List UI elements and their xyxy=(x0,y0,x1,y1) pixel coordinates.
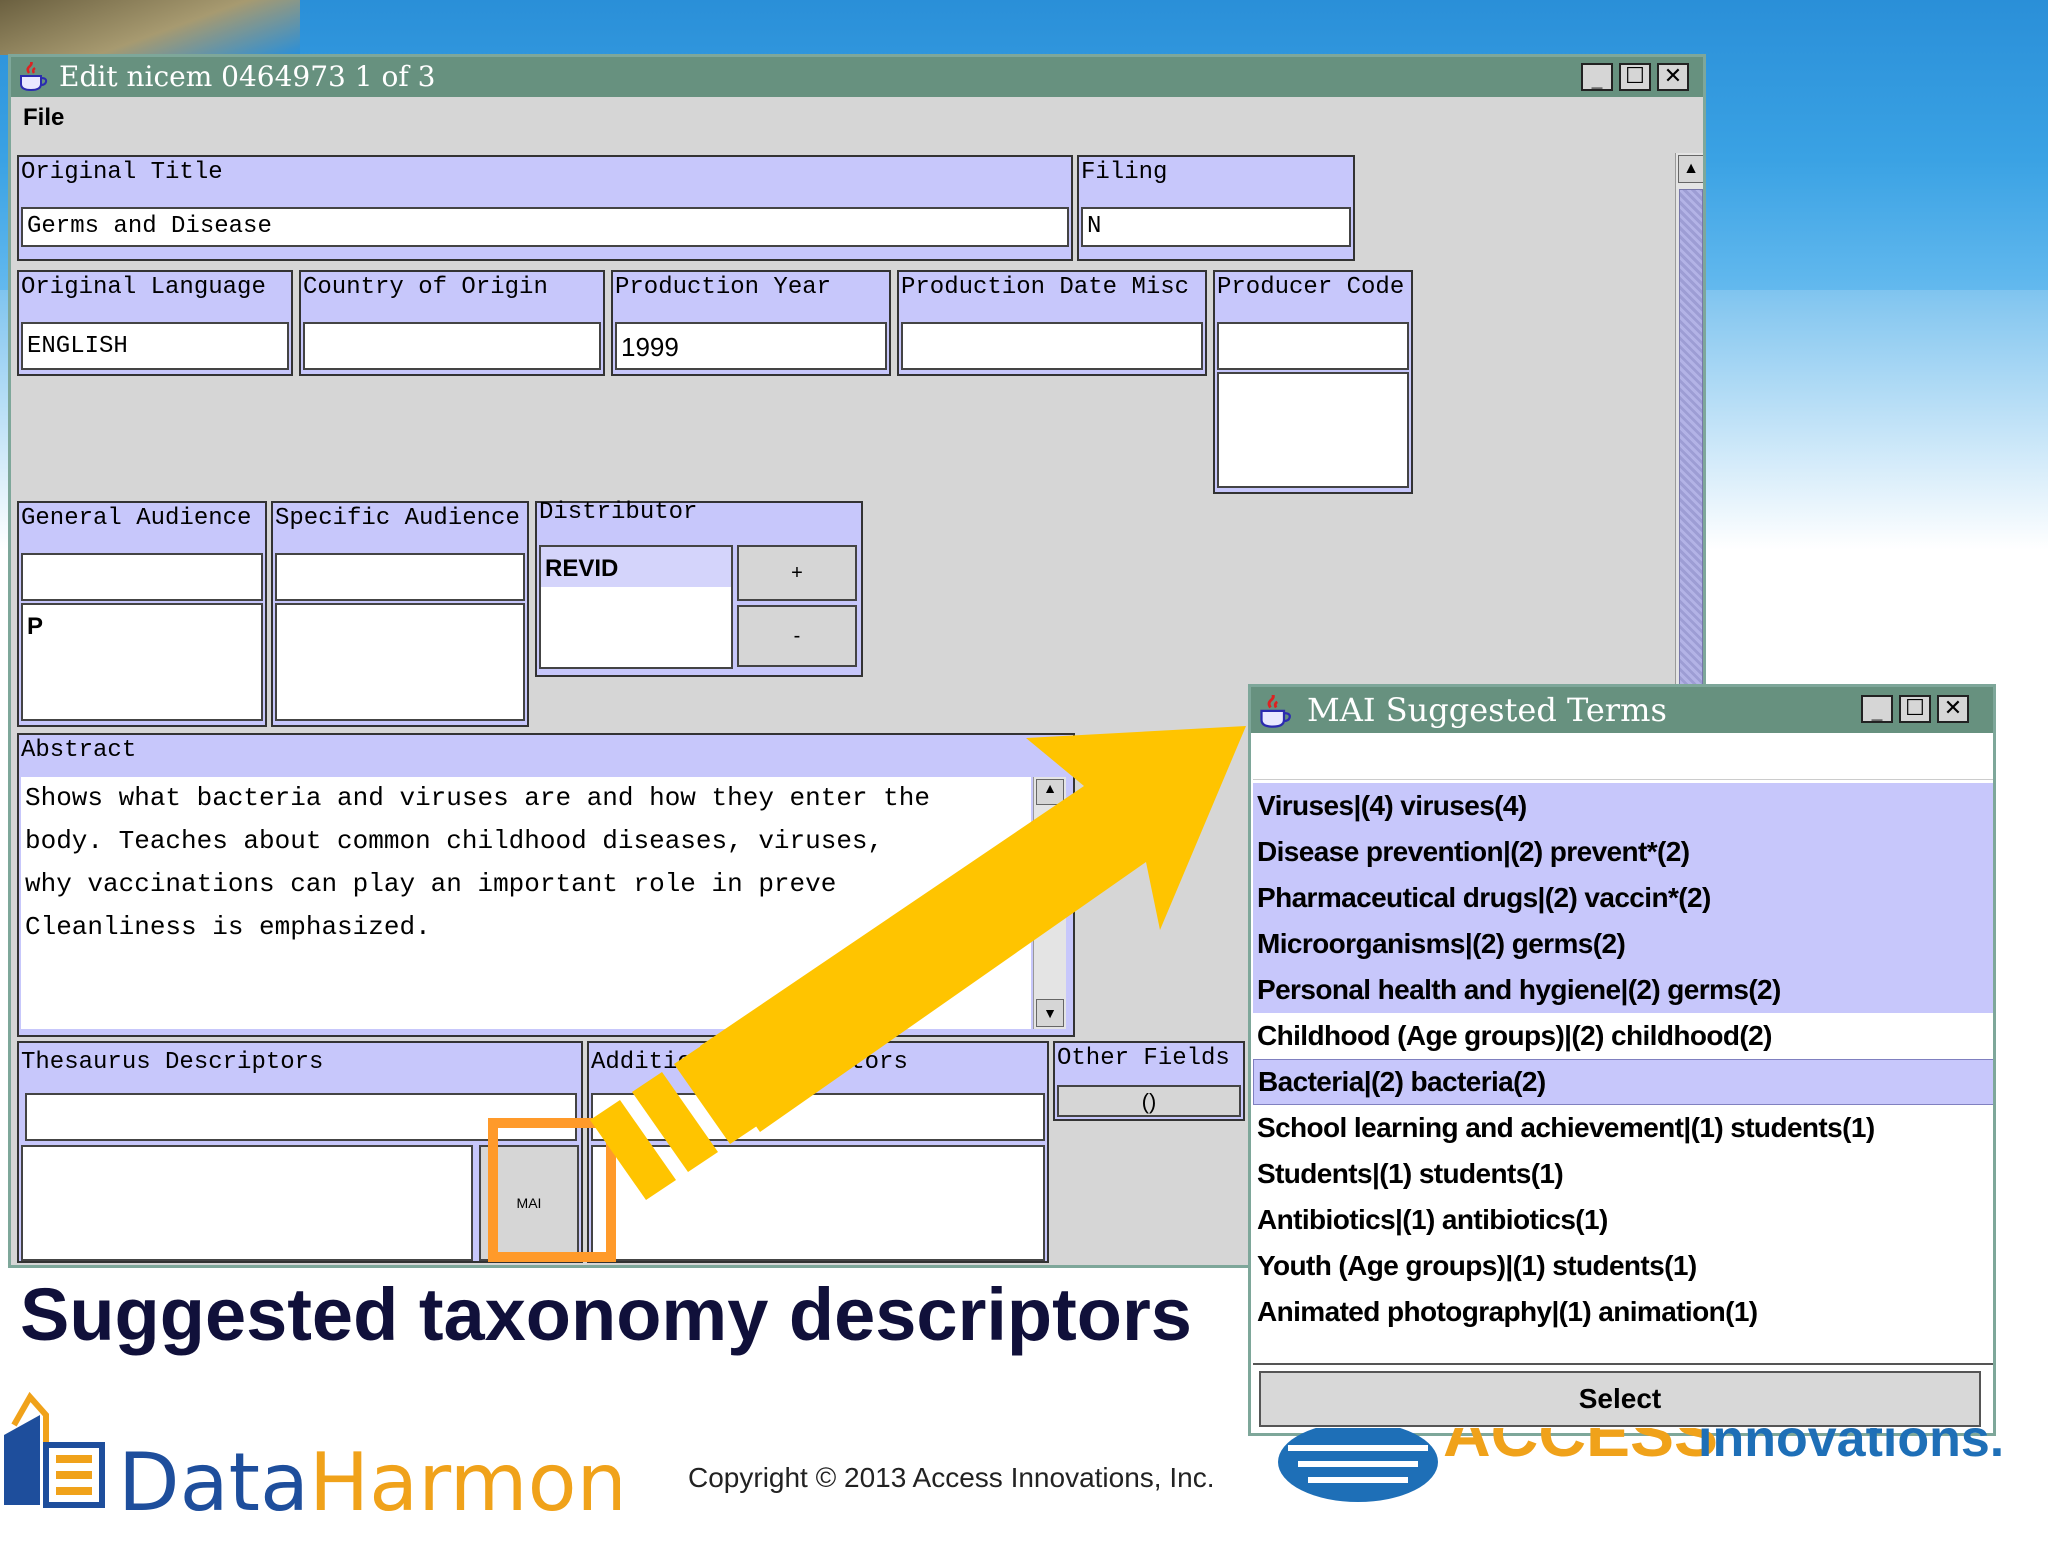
close-icon[interactable]: ✕ xyxy=(1937,695,1969,723)
suggested-term-item[interactable]: Pharmaceutical drugs|(2) vaccin*(2) xyxy=(1253,875,1993,921)
suggested-term-item[interactable]: Bacteria|(2) bacteria(2) xyxy=(1253,1059,1993,1105)
copyright-text: Copyright © 2013 Access Innovations, Inc… xyxy=(688,1462,1215,1493)
dialog-titlebar[interactable]: MAI Suggested Terms _ ☐ ✕ xyxy=(1251,687,1993,733)
suggested-term-item[interactable]: Animated photography|(1) animation(1) xyxy=(1253,1289,1993,1335)
suggested-term-item[interactable]: Antibiotics|(1) antibiotics(1) xyxy=(1253,1197,1993,1243)
logo-harmony-text: Harmony xyxy=(309,1436,620,1529)
select-button[interactable]: Select xyxy=(1259,1371,1981,1427)
slide-caption: Suggested taxonomy descriptors xyxy=(20,1273,1192,1356)
access-innovations-logo: ACCESS innovations. xyxy=(1278,1396,2018,1543)
suggested-term-item[interactable]: Personal health and hygiene|(2) germs(2) xyxy=(1253,967,1993,1013)
svg-text:DataHarmony: DataHarmony xyxy=(118,1436,620,1529)
suggested-term-item[interactable]: Students|(1) students(1) xyxy=(1253,1151,1993,1197)
logo-access-text: ACCESS xyxy=(1443,1428,1718,1470)
data-harmony-logo: DataHarmony xyxy=(0,1385,675,1540)
suggested-term-item[interactable]: Youth (Age groups)|(1) students(1) xyxy=(1253,1243,1993,1289)
minimize-icon[interactable]: _ xyxy=(1861,695,1893,723)
mai-suggested-terms-dialog: MAI Suggested Terms _ ☐ ✕ Viruses|(4) vi… xyxy=(1248,684,1996,1436)
java-coffee-icon xyxy=(1257,691,1293,741)
list-divider xyxy=(1253,1363,1993,1365)
terms-filter-row[interactable] xyxy=(1253,737,1993,780)
dialog-title: MAI Suggested Terms xyxy=(1307,691,1667,729)
suggested-term-item[interactable]: School learning and achievement|(1) stud… xyxy=(1253,1105,1993,1151)
data-harmony-logo-mark xyxy=(4,1391,105,1508)
logo-data-text: Data xyxy=(118,1436,309,1529)
suggested-term-item[interactable]: Disease prevention|(2) prevent*(2) xyxy=(1253,829,1993,875)
logo-innovations-text: innovations. xyxy=(1698,1428,2004,1468)
suggested-term-item[interactable]: Microorganisms|(2) germs(2) xyxy=(1253,921,1993,967)
suggested-term-item[interactable]: Viruses|(4) viruses(4) xyxy=(1253,783,1993,829)
maximize-icon[interactable]: ☐ xyxy=(1899,695,1931,723)
suggested-term-item[interactable]: Childhood (Age groups)|(2) childhood(2) xyxy=(1253,1013,1993,1059)
suggested-terms-list[interactable]: Viruses|(4) viruses(4) Disease prevention… xyxy=(1253,783,1993,1335)
